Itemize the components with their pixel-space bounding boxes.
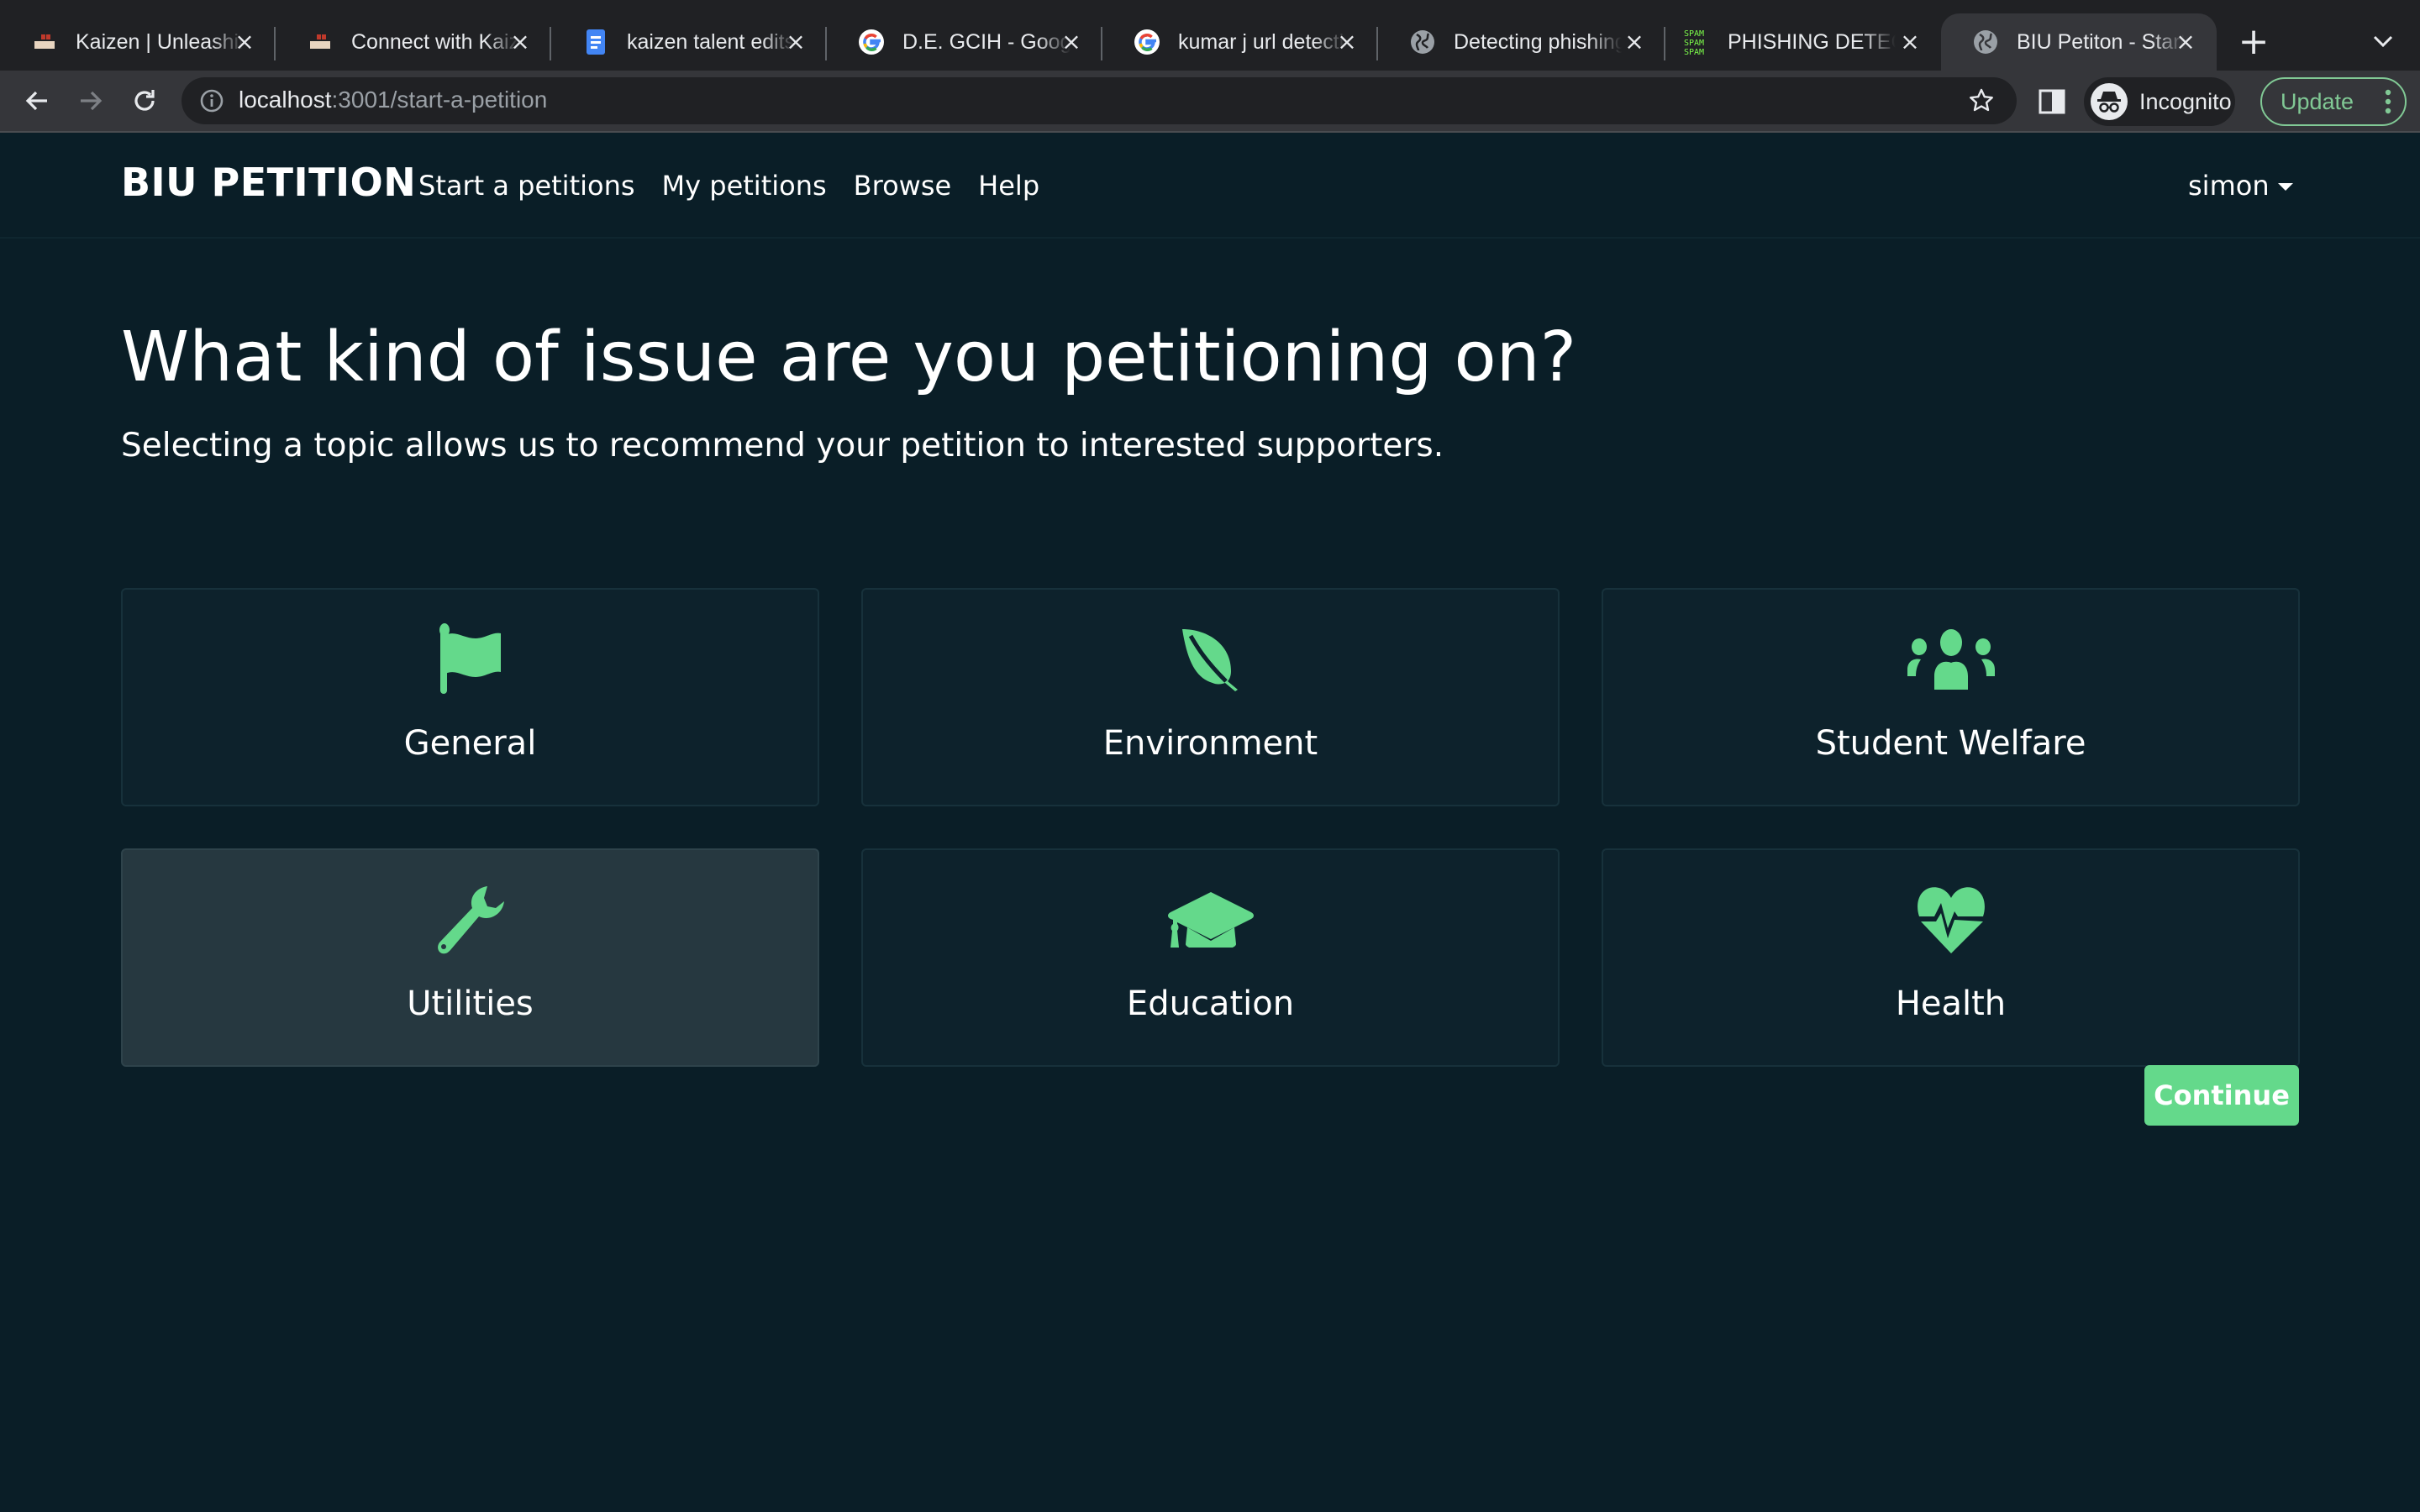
browser-tab[interactable]: SPAMSPAMSPAM PHISHING DETECTION ×: [1665, 13, 1941, 71]
caret-down-icon: [2277, 182, 2293, 191]
close-tab-icon[interactable]: ×: [1059, 28, 1084, 55]
close-tab-icon[interactable]: ×: [1334, 28, 1360, 55]
topic-card-general[interactable]: General: [121, 588, 819, 806]
url-text[interactable]: localhost:3001/start-a-petition: [239, 87, 547, 113]
browser-tab[interactable]: D.E. GCIH - Google ×: [827, 13, 1102, 71]
reload-button[interactable]: [126, 82, 163, 119]
forward-button[interactable]: [72, 82, 109, 119]
page-subtitle: Selecting a topic allows us to recommend…: [121, 427, 1444, 465]
nav-link-browse[interactable]: Browse: [854, 170, 952, 202]
nav-links: Start a petitions My petitions Browse He…: [418, 170, 1039, 202]
arrow-left-icon: [25, 91, 47, 111]
tab-title: Kaizen | Unleashing: [76, 29, 244, 54]
topic-grid: General Environment Student Welfare Util…: [121, 588, 2300, 1067]
brand-logo-link[interactable]: BIU PETITION: [121, 160, 416, 205]
users-icon: [1905, 622, 1997, 697]
address-bar[interactable]: localhost:3001/start-a-petition: [182, 77, 2017, 124]
tab-title: kumar j url detection: [1178, 29, 1346, 54]
topic-card-education[interactable]: Education: [861, 848, 1560, 1067]
close-tab-icon[interactable]: ×: [2173, 28, 2198, 55]
page-title: What kind of issue are you petitioning o…: [121, 318, 1577, 397]
more-vertical-icon[interactable]: [2385, 89, 2391, 114]
google-icon: [1134, 29, 1160, 55]
nav-link-start-petition[interactable]: Start a petitions: [418, 170, 635, 202]
tab-title: D.E. GCIH - Google: [902, 29, 1071, 54]
browser-toolbar: localhost:3001/start-a-petition Incognit…: [0, 71, 2420, 133]
tab-title: Connect with Kaizen: [351, 29, 519, 54]
incognito-icon: [2091, 83, 2128, 120]
tab-title: BIU Petiton - Start: [2017, 29, 2185, 54]
tab-search-chevron-icon[interactable]: [2368, 25, 2398, 55]
browser-tab[interactable]: Detecting phishing ×: [1378, 13, 1665, 71]
url-path: :3001/start-a-petition: [331, 87, 548, 113]
close-tab-icon[interactable]: ×: [1622, 28, 1647, 55]
topic-card-utilities[interactable]: Utilities: [121, 848, 819, 1067]
google-icon: [859, 29, 884, 55]
topic-label: Student Welfare: [1815, 724, 2086, 763]
nav-link-my-petitions[interactable]: My petitions: [662, 170, 827, 202]
wrench-icon: [424, 882, 517, 958]
continue-button[interactable]: Continue: [2144, 1065, 2299, 1126]
browser-tab[interactable]: Connect with Kaizen ×: [276, 13, 551, 71]
username: simon: [2188, 170, 2270, 202]
side-panel-icon[interactable]: [2038, 87, 2066, 116]
topic-card-student-welfare[interactable]: Student Welfare: [1602, 588, 2300, 806]
browser-tab-strip: Kaizen | Unleashing × Connect with Kaize…: [0, 0, 2420, 71]
flag-icon: [424, 622, 517, 697]
kaizen-logo-icon: [32, 29, 57, 55]
bookmark-star-icon[interactable]: [1968, 87, 1995, 114]
leaf-icon: [1165, 622, 1257, 697]
topic-label: General: [403, 724, 537, 763]
info-icon[interactable]: [198, 87, 225, 114]
nav-link-help[interactable]: Help: [978, 170, 1039, 202]
user-menu-dropdown[interactable]: simon: [2188, 170, 2293, 202]
close-tab-icon[interactable]: ×: [783, 28, 808, 55]
browser-tab[interactable]: kaizen talent edits ×: [551, 13, 827, 71]
svg-text:SPAM: SPAM: [1684, 48, 1704, 56]
topic-label: Education: [1126, 984, 1295, 1023]
spam-icon: SPAM SPAM SPAM: [1684, 29, 1709, 56]
browser-tab[interactable]: Kaizen | Unleashing ×: [0, 13, 276, 71]
globe-icon: [1973, 29, 1998, 55]
heartbeat-icon: [1905, 882, 1997, 958]
kaizen-logo-icon: [308, 29, 333, 55]
incognito-profile-button[interactable]: Incognito: [2084, 77, 2235, 126]
incognito-label: Incognito: [2139, 88, 2232, 114]
topic-card-environment[interactable]: Environment: [861, 588, 1560, 806]
url-host: localhost: [239, 87, 332, 113]
topic-label: Utilities: [407, 984, 534, 1023]
close-tab-icon[interactable]: ×: [1897, 28, 1923, 55]
browser-tab[interactable]: kumar j url detection ×: [1102, 13, 1378, 71]
topic-label: Environment: [1102, 724, 1318, 763]
reload-icon: [134, 90, 155, 111]
site-navbar: BIU PETITION Start a petitions My petiti…: [0, 133, 2420, 239]
close-tab-icon[interactable]: ×: [508, 28, 533, 55]
svg-text:SPAM: SPAM: [1684, 29, 1704, 39]
tab-title: Detecting phishing: [1454, 29, 1622, 54]
close-tab-icon[interactable]: ×: [232, 28, 257, 55]
topic-label: Health: [1895, 984, 2007, 1023]
globe-icon: [1410, 29, 1435, 55]
svg-text:SPAM: SPAM: [1684, 39, 1704, 48]
browser-tab-active[interactable]: BIU Petiton - Start ×: [1941, 13, 2217, 71]
arrow-right-icon: [81, 91, 103, 111]
new-tab-button[interactable]: +: [2235, 24, 2272, 60]
graduation-cap-icon: [1165, 882, 1257, 958]
update-label: Update: [2281, 88, 2354, 114]
topic-card-health[interactable]: Health: [1602, 848, 2300, 1067]
back-button[interactable]: [18, 82, 55, 119]
tab-title: PHISHING DETECTION: [1728, 29, 1896, 54]
update-browser-button[interactable]: Update: [2260, 77, 2407, 126]
google-docs-icon: [583, 29, 608, 55]
tab-title: kaizen talent edits: [627, 29, 795, 54]
